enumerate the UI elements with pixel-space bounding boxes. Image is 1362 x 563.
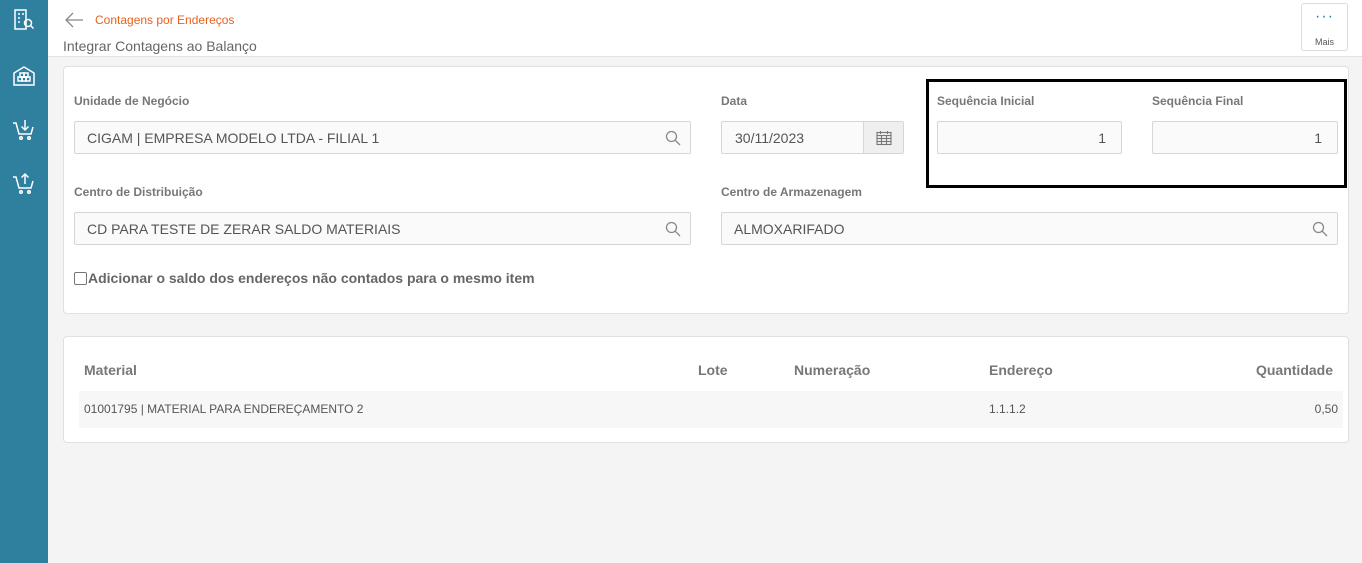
- warehouse-icon[interactable]: [12, 64, 36, 88]
- cart-upload-icon[interactable]: [12, 172, 36, 196]
- cell-quantidade: 0,50: [1314, 402, 1338, 416]
- unidade-label: Unidade de Negócio: [74, 94, 190, 108]
- search-icon[interactable]: [656, 122, 690, 153]
- unidade-value: CIGAM | EMPRESA MODELO LTDA - FILIAL 1: [87, 129, 380, 146]
- calendar-icon[interactable]: [863, 122, 903, 153]
- cd-label: Centro de Distribuição: [74, 185, 203, 199]
- cell-endereco: 1.1.1.2: [989, 402, 1026, 416]
- armazenagem-label: Centro de Armazenagem: [721, 185, 862, 199]
- col-header-material[interactable]: Material: [84, 362, 137, 378]
- breadcrumb[interactable]: Contagens por Endereços: [95, 13, 234, 27]
- highlight-box: [926, 79, 1347, 188]
- cd-value: CD PARA TESTE DE ZERAR SALDO MATERIAIS: [87, 220, 401, 237]
- unidade-field[interactable]: CIGAM | EMPRESA MODELO LTDA - FILIAL 1: [74, 121, 691, 154]
- data-label: Data: [721, 94, 748, 108]
- col-header-numeracao[interactable]: Numeração: [794, 362, 870, 378]
- search-icon[interactable]: [656, 213, 690, 244]
- date-field[interactable]: 30/11/2023: [721, 121, 904, 154]
- more-label: Mais: [1314, 37, 1334, 47]
- building-search-icon[interactable]: [12, 8, 36, 32]
- saldo-checkbox-label[interactable]: Adicionar o saldo dos endereços não cont…: [88, 270, 535, 286]
- date-value: 30/11/2023: [735, 129, 805, 146]
- armazenagem-value: ALMOXARIFADO: [734, 220, 845, 237]
- cell-material: 01001795 | MATERIAL PARA ENDEREÇAMENTO 2: [84, 402, 364, 416]
- more-button[interactable]: ··· Mais: [1301, 3, 1348, 51]
- sidebar: [0, 0, 48, 563]
- saldo-checkbox[interactable]: [74, 271, 87, 285]
- col-header-quantidade[interactable]: Quantidade: [1256, 362, 1333, 378]
- top-bar: Contagens por Endereços Integrar Contage…: [48, 0, 1362, 57]
- armazenagem-field[interactable]: ALMOXARIFADO: [721, 212, 1338, 245]
- back-arrow-icon[interactable]: [64, 11, 84, 29]
- cd-field[interactable]: CD PARA TESTE DE ZERAR SALDO MATERIAIS: [74, 212, 691, 245]
- col-header-endereco[interactable]: Endereço: [989, 362, 1053, 378]
- checkbox-row: Adicionar o saldo dos endereços não cont…: [74, 270, 535, 286]
- col-header-lote[interactable]: Lote: [698, 362, 728, 378]
- more-dots-icon: ···: [1315, 8, 1334, 25]
- search-icon[interactable]: [1303, 213, 1337, 244]
- cart-download-icon[interactable]: [12, 118, 36, 142]
- page-title: Integrar Contagens ao Balanço: [63, 38, 257, 54]
